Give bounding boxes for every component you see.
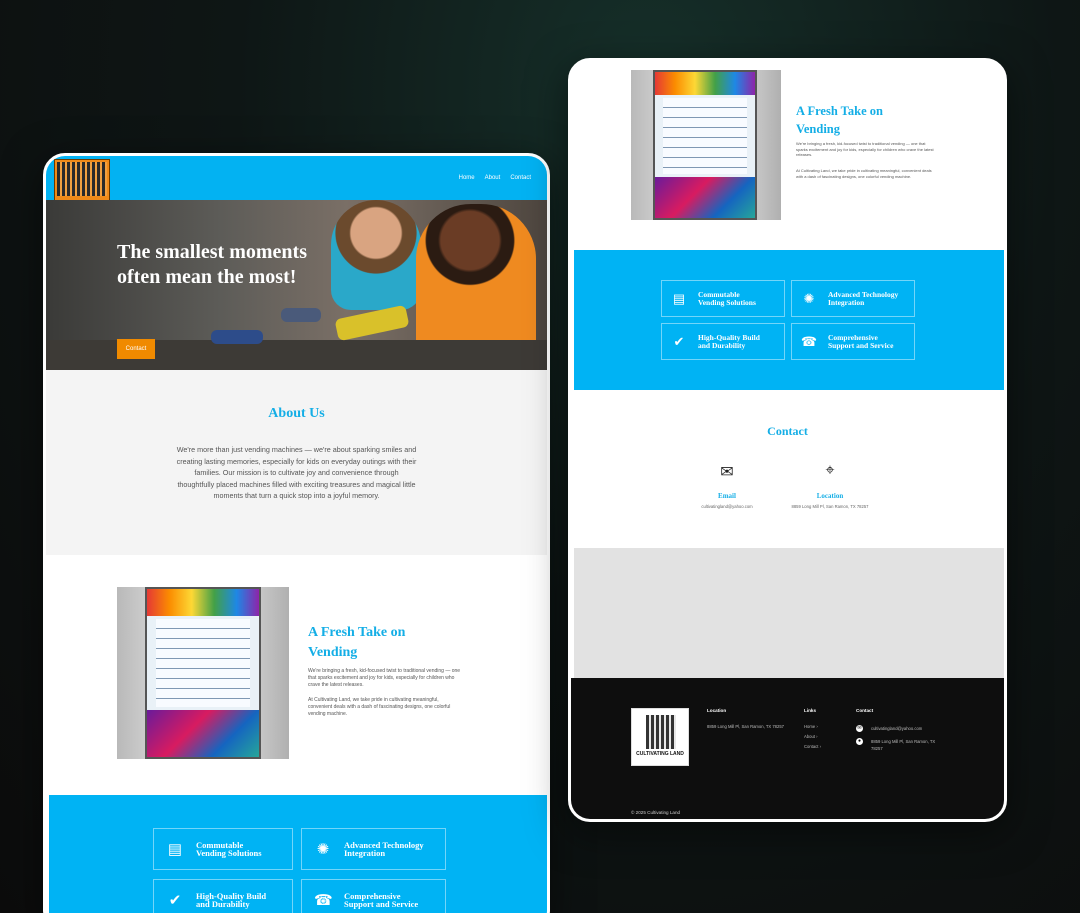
vending-machine-image: [117, 587, 289, 759]
service-subtitle: Vending Solutions: [698, 297, 756, 307]
toy-car: [211, 330, 263, 344]
fresh-take-section: A Fresh Take on Vending We're bringing a…: [46, 555, 547, 795]
hero-title-line2: often mean the most!: [117, 266, 297, 288]
technology-icon: ✺: [316, 841, 330, 858]
nav-link-contact[interactable]: Contact: [510, 175, 531, 181]
fresh-take-section: A Fresh Take on Vending We're bringing a…: [571, 61, 1004, 250]
service-card[interactable]: ▤ Commutable Vending Solutions: [661, 280, 785, 317]
fresh-heading-line2: Vending: [796, 122, 841, 136]
service-subtitle: and Durability: [196, 899, 250, 909]
footer-links-heading: Links: [804, 708, 816, 713]
contact-heading: Contact: [767, 424, 808, 438]
services-section: ▤ Commutable Vending Solutions ✺ Advanced…: [574, 250, 1004, 390]
services-section: ▤ Commutable Vending Solutions ✺ Advanced…: [49, 795, 547, 913]
toy-car: [281, 308, 321, 322]
email-icon: ✉: [856, 725, 863, 733]
footer-location-text: 8859 Long Mill Pl, San Ramon, TX 78257: [707, 724, 784, 729]
hero-title-line1: The smallest moments: [117, 241, 307, 263]
location-label: Location: [816, 492, 844, 500]
hero-contact-button[interactable]: Contact: [117, 339, 155, 359]
copyright: © 2025 Cultivating Land: [631, 810, 681, 815]
desktop-mockup-left: CULTIVATING LAND Home About Contact The …: [43, 153, 550, 913]
about-heading: About Us: [268, 406, 325, 421]
about-section: About Us We're more than just vending ma…: [46, 370, 547, 555]
footer-link-label: About: [804, 734, 815, 739]
footer-link-home[interactable]: Home ›: [804, 723, 818, 730]
nav-link-home[interactable]: Home: [459, 175, 475, 181]
vending-machine-icon: ▤: [672, 290, 686, 306]
service-subtitle: and Durability: [698, 340, 746, 350]
fresh-heading: A Fresh Take on Vending: [308, 623, 405, 663]
technology-icon: ✺: [803, 290, 815, 306]
footer-link-label: Home: [804, 724, 816, 729]
email-value[interactable]: cultivatingland@yahoo.com: [677, 504, 777, 509]
support-icon: ☎: [800, 333, 818, 349]
service-subtitle: Vending Solutions: [196, 848, 262, 858]
service-card[interactable]: ▤ Commutable Vending Solutions: [153, 828, 293, 870]
service-subtitle: Support and Service: [828, 340, 894, 350]
vending-machine-icon: ▤: [167, 841, 183, 858]
footer-logo[interactable]: CULTIVATING LAND: [631, 708, 689, 766]
footer-email-text: cultivatingland@yahoo.com: [871, 726, 923, 731]
hero-image-child: [331, 200, 421, 310]
fresh-paragraph-1: We're bringing a fresh, kid-focused twis…: [796, 141, 934, 158]
service-card[interactable]: ☎ Comprehensive Support and Service: [301, 879, 446, 913]
service-card[interactable]: ✺ Advanced Technology Integration: [791, 280, 915, 317]
fresh-heading-line2: Vending: [308, 645, 358, 660]
nav-link-about[interactable]: About: [485, 175, 501, 181]
footer-link-about[interactable]: About ›: [804, 733, 818, 740]
footer-contact-email[interactable]: ✉ cultivatingland@yahoo.com: [856, 725, 923, 733]
fresh-paragraph-2: At Cultivating Land, we take pride in cu…: [308, 697, 451, 718]
service-subtitle: Integration: [828, 297, 865, 307]
fresh-paragraph-2: At Cultivating Land, we take pride in cu…: [796, 168, 932, 179]
footer-contact-address: ● 8859 Long Mill Pl, San Ramon, TX 78257: [856, 738, 941, 752]
fresh-heading: A Fresh Take on Vending: [796, 102, 883, 138]
toy-car: [334, 304, 410, 342]
location-pin-icon: ⌖: [825, 462, 835, 479]
contact-section: Contact ✉ Email cultivatingland@yahoo.co…: [571, 390, 1004, 548]
service-card[interactable]: ☎ Comprehensive Support and Service: [791, 323, 915, 360]
footer-link-contact[interactable]: Contact ›: [804, 743, 821, 750]
fresh-heading-line1: A Fresh Take on: [308, 625, 406, 640]
service-card[interactable]: ✺ Advanced Technology Integration: [301, 828, 446, 870]
footer-logo-text: CULTIVATING LAND: [636, 751, 684, 757]
hero-section: The smallest moments often mean the most…: [46, 200, 547, 370]
footer-link-label: Contact: [804, 744, 819, 749]
footer-contact-heading: Contact: [856, 708, 874, 713]
quality-badge-icon: ✔: [673, 333, 685, 349]
footer-address-text: 8859 Long Mill Pl, San Ramon, TX 78257: [871, 739, 936, 751]
service-subtitle: Support and Service: [344, 899, 419, 909]
about-body: We're more than just vending machines — …: [176, 445, 417, 501]
hero-title: The smallest moments often mean the most…: [117, 240, 307, 290]
service-card[interactable]: ✔ High-Quality Build and Durability: [153, 879, 293, 913]
map-embed[interactable]: [574, 548, 1004, 678]
service-card[interactable]: ✔ High-Quality Build and Durability: [661, 323, 785, 360]
email-icon: ✉: [720, 464, 734, 481]
location-value: 8859 Long Mill Pl, San Ramon, TX 78257: [791, 504, 869, 509]
support-icon: ☎: [314, 892, 333, 909]
navbar: CULTIVATING LAND Home About Contact: [46, 156, 547, 207]
nav-links: Home About Contact: [459, 175, 531, 181]
footer-location-heading: Location: [707, 708, 727, 713]
quality-badge-icon: ✔: [168, 892, 182, 909]
footer: CULTIVATING LAND Location 8859 Long Mill…: [571, 678, 1004, 819]
email-label: Email: [718, 492, 736, 500]
fresh-heading-line1: A Fresh Take on: [796, 104, 883, 118]
service-subtitle: Integration: [344, 848, 386, 858]
fresh-paragraph-1: We're bringing a fresh, kid-focused twis…: [308, 668, 461, 689]
location-pin-icon: ●: [856, 738, 863, 745]
desktop-mockup-right: A Fresh Take on Vending We're bringing a…: [568, 58, 1007, 822]
vending-machine-image: [631, 70, 781, 220]
